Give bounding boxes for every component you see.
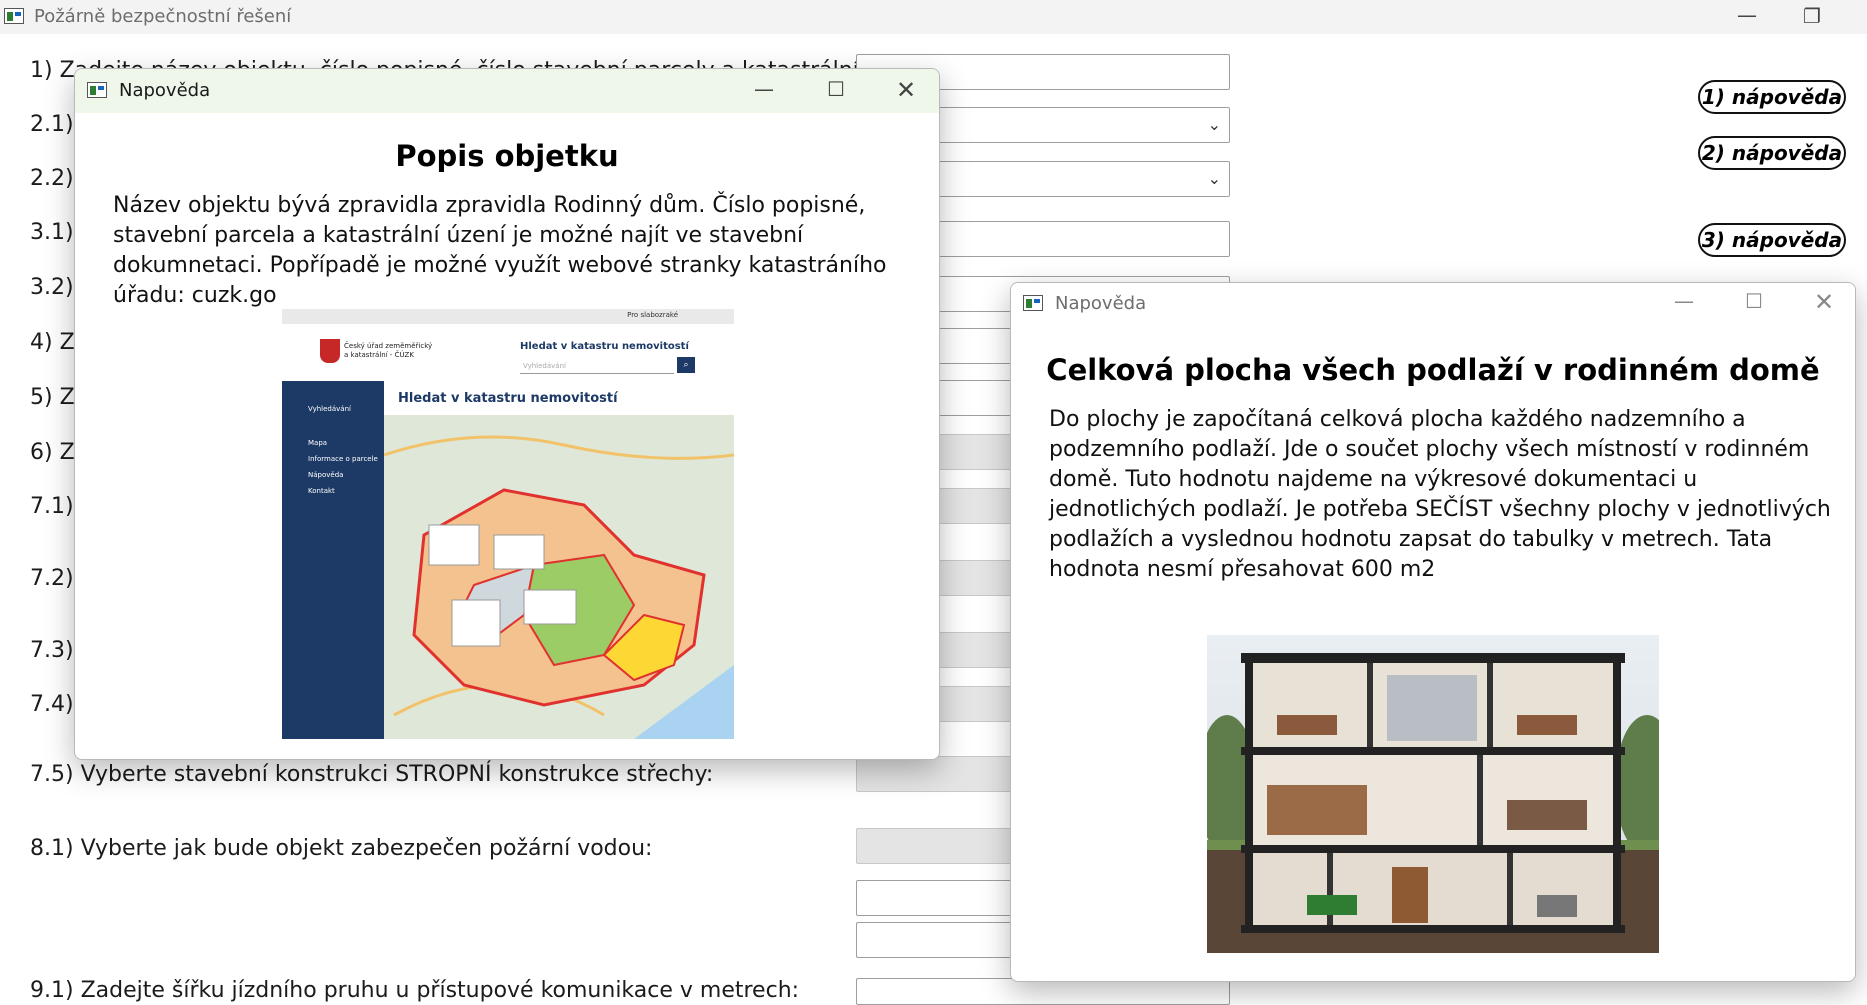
close-icon[interactable]: ✕ — [1811, 290, 1837, 314]
question-label: 7.5) Vyberte stavební konstrukci STROPNÍ… — [30, 762, 714, 787]
chevron-down-icon: ⌄ — [1207, 169, 1221, 188]
maximize-icon[interactable]: ☐ — [1741, 291, 1767, 311]
dialog-heading: Celková plocha všech podlaží v rodinném … — [1046, 353, 1820, 387]
minimize-icon[interactable]: — — [1735, 5, 1759, 25]
cuzk-logo-icon — [320, 339, 340, 363]
help-button-3[interactable]: 3) nápověda — [1698, 223, 1846, 257]
screenshot-map — [384, 415, 734, 739]
screenshot-sidebar-item: Nápověda — [308, 471, 344, 479]
maximize-icon[interactable]: ☐ — [823, 79, 849, 99]
help-dialog-object: Napověda — ☐ ✕ Popis objetku Název objek… — [74, 68, 940, 760]
close-icon[interactable]: ✕ — [893, 78, 919, 102]
screenshot-topbar-text: Pro slabozraké — [627, 311, 678, 319]
dialog-titlebar: Napověda — ☐ ✕ — [1011, 283, 1855, 327]
help-dialog-area: Napověda — ☐ ✕ Celková plocha všech podl… — [1010, 282, 1856, 982]
question-label: 8.1) Vyberte jak bude objekt zabezpečen … — [30, 836, 653, 861]
screenshot-search-placeholder: Vyhledávání — [523, 362, 566, 370]
screenshot-sidebar-item: Mapa — [308, 439, 328, 447]
screenshot-map-title: Hledat v katastru nemovitostí — [398, 391, 618, 406]
question-label: 9.1) Zadejte šířku jízdního pruhu u přís… — [30, 978, 800, 1003]
cuzk-screenshot: Pro slabozraké Český úřad zeměměřický a … — [282, 309, 734, 739]
dialog-heading: Popis objetku — [395, 139, 619, 173]
minimize-icon[interactable]: — — [1671, 291, 1697, 311]
restore-icon[interactable]: ❐ — [1800, 6, 1824, 26]
screenshot-search-input: Vyhledávání — [520, 359, 674, 374]
minimize-icon[interactable]: — — [751, 79, 777, 99]
app-icon — [1023, 295, 1043, 311]
help-button-1[interactable]: 1) nápověda — [1698, 80, 1846, 114]
dialog-title: Napověda — [119, 80, 211, 101]
dialog-titlebar: Napověda — ☐ ✕ — [75, 69, 939, 113]
screenshot-sidebar-item: Informace o parcele — [308, 455, 378, 463]
screenshot-sidebar: Vyhledávání Mapa Informace o parcele Náp… — [282, 381, 384, 739]
cuzk-org-name: Český úřad zeměměřický a katastrální - Č… — [344, 342, 433, 359]
help-button-2[interactable]: 2) nápověda — [1698, 136, 1846, 170]
dialog-title: Napověda — [1055, 293, 1147, 314]
app-icon — [4, 8, 24, 24]
screenshot-topbar: Pro slabozraké — [282, 309, 734, 324]
search-icon: ⌕ — [677, 357, 695, 373]
screenshot-sidebar-item: Kontakt — [308, 487, 335, 495]
app-icon — [87, 82, 107, 98]
input-9-1[interactable] — [856, 978, 1230, 1005]
screenshot-sidebar-item: Vyhledávání — [308, 405, 351, 413]
screenshot-search-title: Hledat v katastru nemovitostí — [520, 341, 689, 352]
chevron-down-icon: ⌄ — [1207, 115, 1221, 134]
house-cross-section-image — [1207, 635, 1659, 953]
dialog-text: Do plochy je započítaná celková plocha k… — [1049, 407, 1831, 582]
main-window-title: Požárně bezpečnostní řešení — [34, 6, 292, 27]
main-titlebar: Požárně bezpečnostní řešení — ❐ — [0, 0, 1867, 34]
dialog-text: Název objektu bývá zpravidla zpravidla R… — [113, 193, 887, 308]
